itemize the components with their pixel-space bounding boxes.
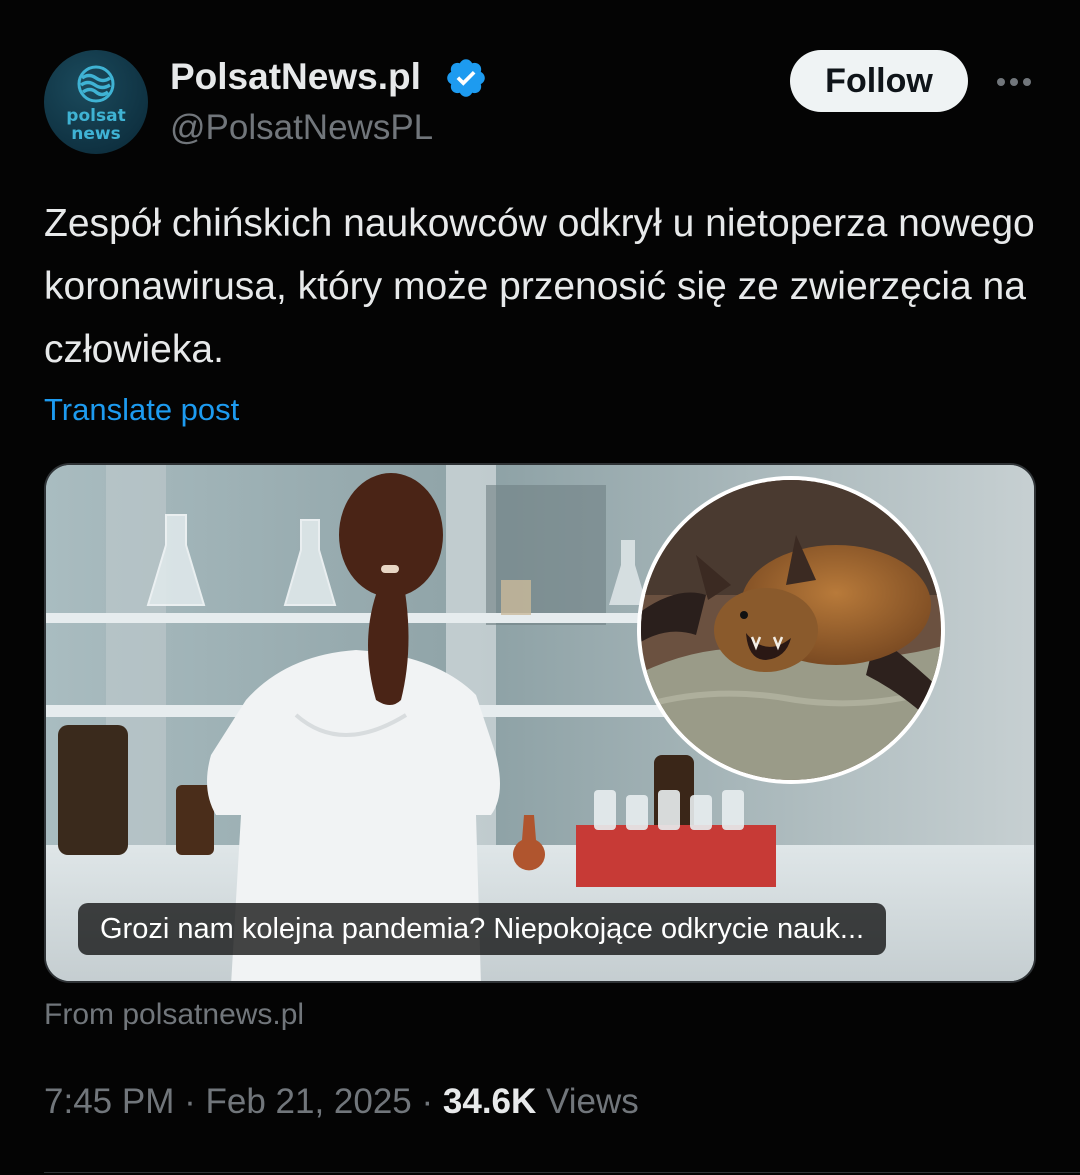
divider [44, 1172, 1080, 1173]
views-label: Views [546, 1082, 639, 1121]
views-count[interactable]: 34.6K [443, 1082, 536, 1121]
link-preview-card[interactable]: Grozi nam kolejna pandemia? Niepokojące … [44, 463, 1036, 983]
meta-separator: · [421, 1082, 434, 1121]
author-display-name[interactable]: PolsatNews.pl [170, 56, 421, 98]
more-horizontal-icon[interactable] [994, 70, 1034, 94]
tweet-text: Zespół chińskich naukowców odkrył u niet… [44, 202, 1035, 371]
card-caption: Grozi nam kolejna pandemia? Niepokojące … [78, 903, 887, 955]
tweet: polsat news PolsatNews.pl @PolsatNewsPL … [0, 0, 1080, 1175]
verified-badge-icon [447, 59, 485, 97]
author-handle[interactable]: @PolsatNewsPL [170, 108, 433, 148]
avatar-logo-line1: polsat [66, 106, 126, 126]
tweet-time[interactable]: 7:45 PM [44, 1082, 174, 1121]
tweet-meta: 7:45 PM · Feb 21, 2025 · 34.6K Views [44, 1082, 639, 1122]
meta-separator: · [184, 1082, 196, 1121]
card-source-link[interactable]: From polsatnews.pl [44, 998, 304, 1032]
avatar-logo-line2: news [71, 124, 121, 144]
avatar[interactable]: polsat news [44, 50, 148, 154]
follow-button[interactable]: Follow [790, 50, 968, 112]
tweet-date[interactable]: Feb 21, 2025 [205, 1082, 411, 1121]
translate-post-link[interactable]: Translate post [44, 392, 239, 428]
